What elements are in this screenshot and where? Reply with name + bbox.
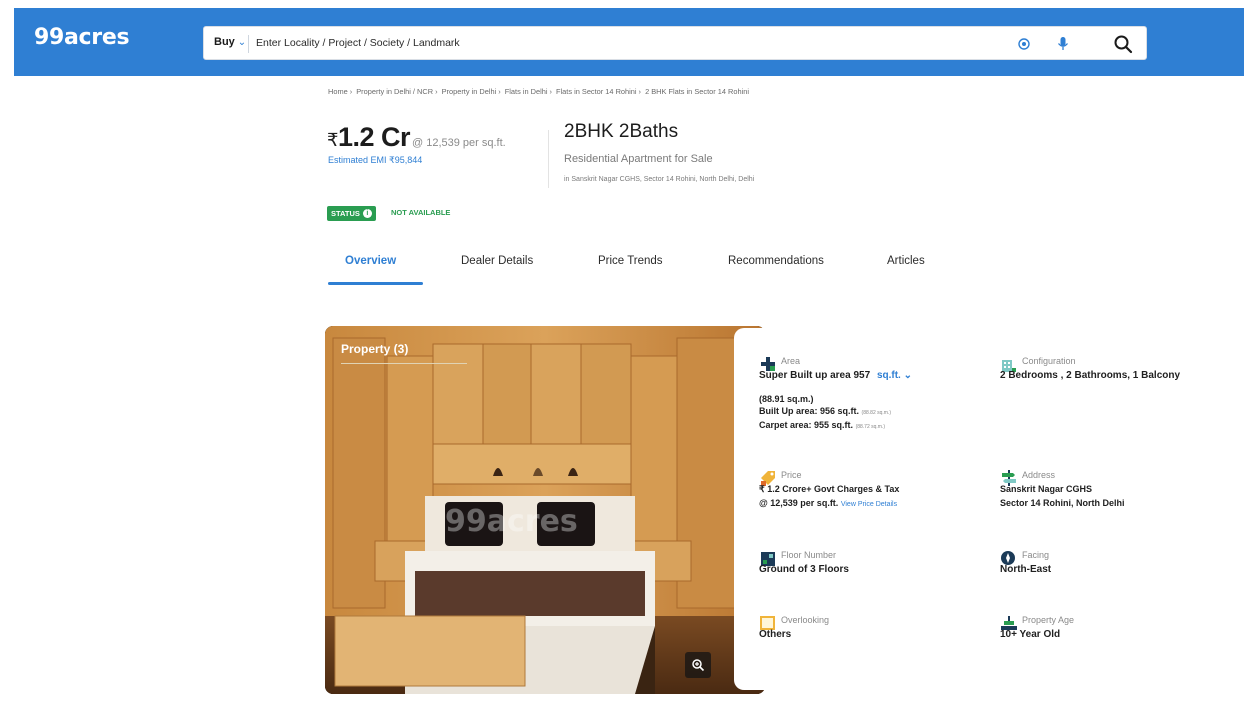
breadcrumb-item[interactable]: Home — [328, 87, 348, 96]
zoom-in-icon — [692, 659, 705, 672]
listing-subtitle: Residential Apartment for Sale — [564, 153, 713, 165]
zoom-button[interactable] — [685, 652, 711, 678]
area-unit: sq.ft. — [876, 370, 901, 381]
price-label: Price — [781, 470, 802, 480]
address-label: Address — [1022, 470, 1056, 480]
tab-recommendations[interactable]: Recommendations — [728, 255, 824, 267]
active-tab-indicator — [328, 282, 423, 285]
breadcrumb-item[interactable]: Property in Delhi — [442, 87, 497, 96]
floor-label: Floor Number — [781, 550, 837, 560]
built-up-value: Built Up area: 956 sq.ft. — [759, 406, 860, 416]
gallery-label[interactable]: Property (3) — [341, 342, 408, 356]
price-per-sqft: @ 12,539 per sq.ft. — [412, 137, 506, 149]
emi-link[interactable]: Estimated EMI ₹95,844 — [328, 155, 422, 166]
property-photo[interactable]: 99acres — [325, 326, 765, 694]
site-header: 99acres Buy ⌄ — [14, 8, 1244, 76]
tab-dealer-details[interactable]: Dealer Details — [461, 255, 533, 267]
chevron-down-icon: ⌄ — [903, 370, 912, 381]
breadcrumb-item[interactable]: Flats in Sector 14 Rohini — [556, 87, 637, 96]
status-value: NOT AVAILABLE — [391, 208, 451, 217]
property-details-panel: Area Super Built up area 957 sq.ft. ⌄ (8… — [734, 328, 1246, 690]
site-logo[interactable]: 99acres — [34, 25, 130, 50]
tab-overview[interactable]: Overview — [345, 255, 396, 267]
currency-symbol: ₹ — [327, 130, 338, 150]
property-card: 99acres Property (3) — [325, 326, 765, 694]
listing-title: 2BHK 2Baths — [564, 121, 679, 142]
carpet-sqm: (88.72 sq.m.) — [855, 424, 886, 430]
breadcrumb-item[interactable]: Flats in Delhi — [505, 87, 548, 96]
super-built-up-sqm: (88.91 sq.m.) — [759, 394, 814, 404]
super-built-up-area: Super Built up area 957 sq.ft. ⌄ — [759, 370, 912, 381]
search-type-label: Buy — [214, 36, 235, 48]
tab-price-trends[interactable]: Price Trends — [598, 255, 663, 267]
listing-location: in Sanskrit Nagar CGHS, Sector 14 Rohini… — [564, 176, 755, 183]
facing-label: Facing — [1022, 550, 1050, 560]
microphone-icon[interactable] — [1056, 36, 1070, 52]
address-line1: Sanskrit Nagar CGHS — [1000, 484, 1093, 494]
status-label: STATUS — [331, 209, 360, 218]
search-type-dropdown[interactable]: Buy ⌄ — [214, 36, 246, 48]
search-divider — [248, 35, 249, 53]
super-built-up-value: Super Built up area 957 — [759, 370, 871, 381]
built-up-area: Built Up area: 956 sq.ft. (88.82 sq.m.) — [759, 406, 891, 416]
gallery-label-underline — [341, 363, 467, 364]
overlooking-value: Others — [759, 629, 792, 640]
search-input[interactable] — [256, 32, 956, 54]
price-per-sqft-value: @ 12,539 per sq.ft. — [759, 498, 839, 508]
listing-price: ₹1.2 Cr @ 12,539 per sq.ft. — [327, 122, 506, 153]
info-icon: i — [362, 209, 372, 218]
built-up-sqm: (88.82 sq.m.) — [861, 410, 892, 416]
address-line2: Sector 14 Rohini, North Delhi — [1000, 498, 1125, 508]
breadcrumb: Home › Property in Delhi / NCR › Property … — [328, 87, 749, 96]
area-label: Area — [781, 356, 801, 366]
property-age-value: 10+ Year Old — [1000, 629, 1061, 640]
property-age-label: Property Age — [1022, 615, 1075, 625]
price-total: ₹ 1.2 Crore+ Govt Charges & Tax — [759, 484, 900, 494]
overlooking-label: Overlooking — [781, 615, 830, 625]
price-value: 1.2 Cr — [337, 122, 411, 152]
status-badge[interactable]: STATUS i — [327, 206, 376, 221]
carpet-area: Carpet area: 955 sq.ft. (88.72 sq.m.) — [759, 420, 885, 430]
location-target-icon[interactable] — [1017, 37, 1031, 51]
header-divider — [548, 130, 549, 188]
view-price-details-link[interactable]: View Price Details — [841, 501, 897, 508]
configuration-label: Configuration — [1022, 356, 1076, 366]
search-icon[interactable] — [1112, 33, 1134, 55]
floor-value: Ground of 3 Floors — [759, 564, 849, 575]
carpet-value: Carpet area: 955 sq.ft. — [759, 420, 854, 430]
breadcrumb-item[interactable]: 2 BHK Flats in Sector 14 Rohini — [645, 87, 749, 96]
search-bar: Buy ⌄ — [203, 26, 1147, 60]
photo-watermark: 99acres — [445, 504, 578, 539]
price-per-sqft-row: @ 12,539 per sq.ft. View Price Details — [759, 498, 897, 508]
facing-value: North-East — [1000, 564, 1052, 575]
tab-articles[interactable]: Articles — [887, 255, 925, 267]
area-unit-dropdown[interactable]: sq.ft. ⌄ — [877, 370, 912, 381]
chevron-down-icon: ⌄ — [237, 37, 247, 48]
breadcrumb-item[interactable]: Property in Delhi / NCR — [356, 87, 433, 96]
configuration-value: 2 Bedrooms , 2 Bathrooms, 1 Balcony — [1000, 370, 1181, 381]
